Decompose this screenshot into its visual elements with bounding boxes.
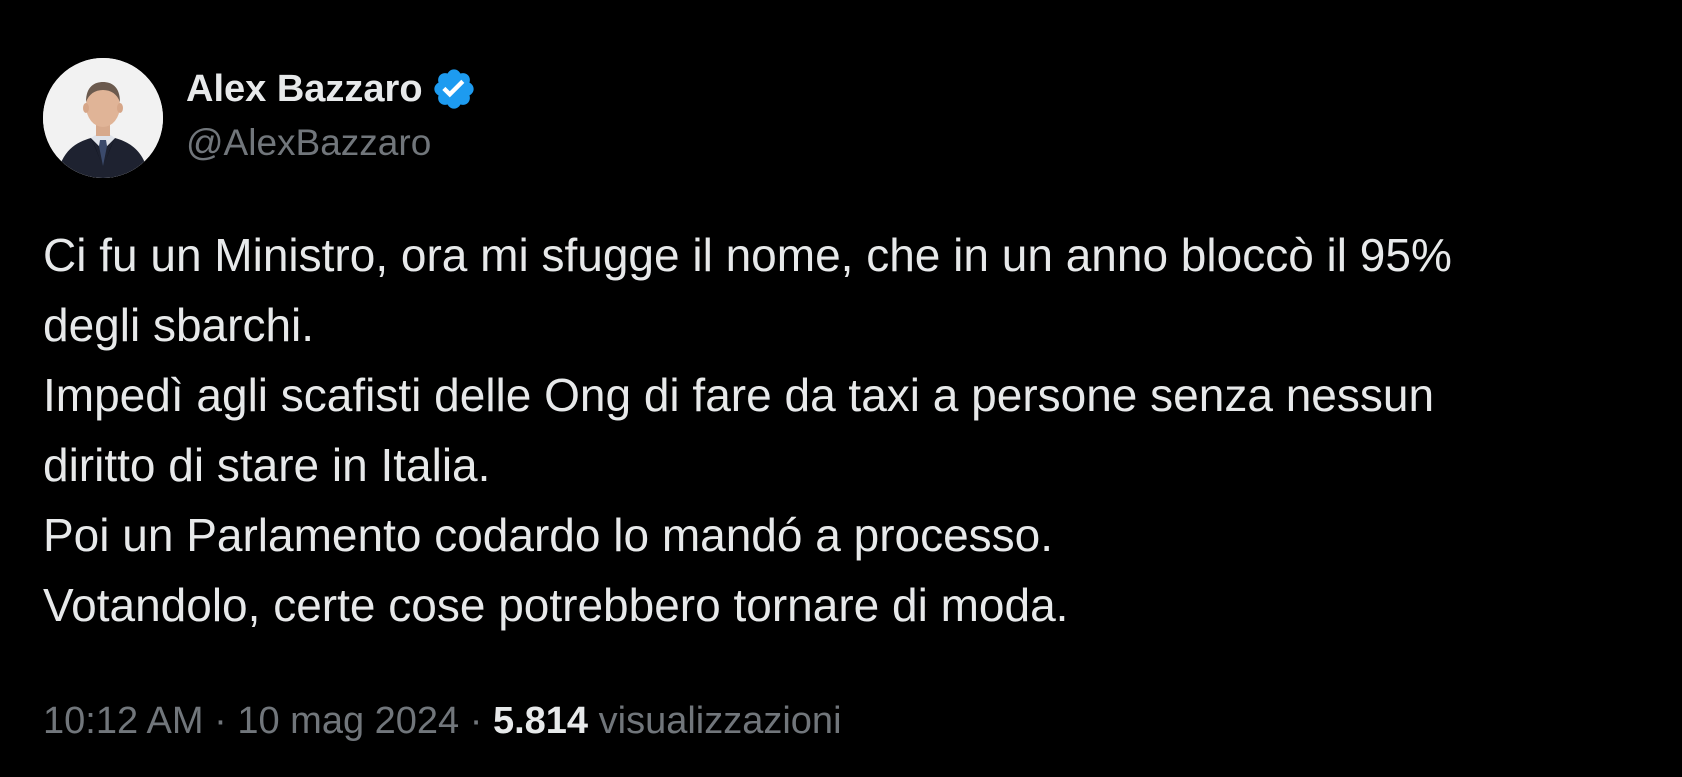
tweet-time[interactable]: 10:12 AM bbox=[43, 700, 204, 742]
views-label: visualizzazioni bbox=[598, 700, 842, 742]
tweet-line: Votandolo, certe cose potrebbero tornare… bbox=[43, 579, 1069, 631]
meta-separator: · bbox=[203, 700, 238, 742]
tweet-text: Ci fu un Ministro, ora mi sfugge il nome… bbox=[43, 220, 1643, 640]
tweet-line: diritto di stare in Italia. bbox=[43, 439, 491, 491]
avatar[interactable] bbox=[43, 58, 163, 178]
meta-separator: · bbox=[459, 700, 493, 742]
views-count: 5.814 bbox=[492, 700, 589, 742]
author-handle[interactable]: @AlexBazzaro bbox=[186, 122, 431, 164]
verified-badge-icon[interactable] bbox=[431, 66, 477, 112]
author-display-name[interactable]: Alex Bazzaro bbox=[186, 68, 423, 111]
tweet-line: Ci fu un Ministro, ora mi sfugge il nome… bbox=[43, 229, 1452, 281]
author-name-row: Alex Bazzaro bbox=[186, 64, 477, 114]
tweet-line: Poi un Parlamento codardo lo mandó a pro… bbox=[43, 509, 1054, 561]
tweet-line: degli sbarchi. bbox=[43, 299, 315, 351]
profile-photo-icon bbox=[43, 58, 163, 178]
tweet-date[interactable]: 10 mag 2024 bbox=[237, 700, 459, 742]
tweet-meta: 10:12 AM · 10 mag 2024 · 5.814 visualizz… bbox=[43, 700, 842, 743]
tweet-card: Alex Bazzaro @AlexBazzaro Ci fu un Minis… bbox=[0, 0, 1682, 777]
tweet-line: Impedì agli scafisti delle Ong di fare d… bbox=[43, 369, 1435, 421]
